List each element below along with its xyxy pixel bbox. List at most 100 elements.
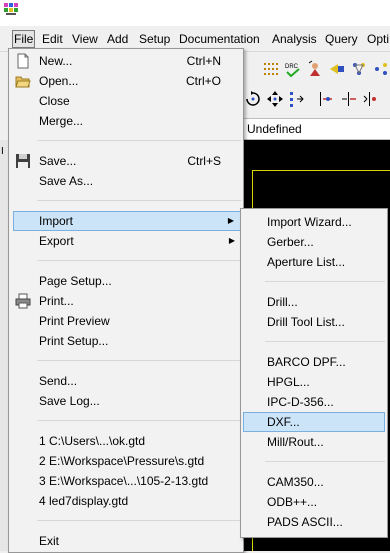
menu-item-save-log-label: Save Log... (39, 394, 100, 408)
menu-documentation[interactable]: Documentation (178, 31, 261, 47)
menu-separator (265, 341, 385, 342)
submenu-item-hpgl[interactable]: HPGL... (243, 372, 385, 392)
title-bar (0, 0, 390, 26)
menu-item-print-setup[interactable]: Print Setup... (11, 331, 241, 351)
recent-file-3[interactable]: 3 E:\Workspace\...\105-2-13.gtd (11, 471, 241, 491)
menu-item-save-shortcut: Ctrl+S (187, 154, 221, 168)
submenu-item-ipc-d-356[interactable]: IPC-D-356... (243, 392, 385, 412)
submenu-item-barco-dpf[interactable]: BARCO DPF... (243, 352, 385, 372)
menu-options[interactable]: Opti (366, 31, 390, 47)
menu-item-open-shortcut: Ctrl+O (185, 74, 221, 88)
menu-item-exit[interactable]: Exit (11, 531, 241, 551)
submenu-item-odb[interactable]: ODB++... (243, 492, 385, 512)
submenu-item-pads-ascii[interactable]: PADS ASCII... (243, 512, 385, 532)
flag-icon[interactable] (328, 60, 346, 78)
submenu-item-drill-tool-list-label: Drill Tool List... (267, 315, 345, 329)
submenu-item-ipc-d-356-label: IPC-D-356... (267, 395, 334, 409)
drc-check-icon[interactable]: DRC (284, 60, 302, 78)
submenu-item-cam350-label: CAM350... (267, 475, 324, 489)
menu-file[interactable]: File (12, 30, 36, 48)
menu-item-merge[interactable]: Merge... (11, 111, 241, 131)
submenu-item-hpgl-label: HPGL... (267, 375, 310, 389)
menu-item-new-label: New... (39, 54, 73, 68)
recent-file-1[interactable]: 1 C:\Users\...\ok.gtd (11, 431, 241, 451)
menu-separator (37, 140, 241, 141)
menu-item-new[interactable]: New... Ctrl+N (11, 51, 241, 71)
menu-item-import-label: Import (39, 214, 74, 228)
align-right-icon[interactable] (362, 90, 380, 108)
menu-item-send-label: Send... (39, 374, 78, 388)
menu-separator (37, 200, 241, 201)
grid-icon[interactable] (262, 60, 280, 78)
menu-item-page-setup[interactable]: Page Setup... (11, 271, 241, 291)
menu-item-export-label: Export (39, 234, 74, 248)
submenu-item-mill-rout-label: Mill/Rout... (267, 435, 324, 449)
menu-analysis[interactable]: Analysis (271, 31, 318, 47)
left-panel-label: I (1, 146, 4, 157)
toolbar: DRC (240, 52, 390, 118)
menu-separator (265, 461, 385, 462)
submenu-arrow-icon: ▶ (228, 236, 235, 245)
menu-separator (37, 520, 241, 521)
menu-query[interactable]: Query (324, 31, 359, 47)
menu-item-page-setup-label: Page Setup... (39, 274, 112, 288)
menu-item-print-setup-label: Print Setup... (39, 334, 109, 348)
submenu-item-aperture-list[interactable]: Aperture List... (243, 252, 385, 272)
submenu-item-barco-dpf-label: BARCO DPF... (267, 355, 346, 369)
submenu-item-import-wizard-label: Import Wizard... (267, 215, 352, 229)
submenu-item-import-wizard[interactable]: Import Wizard... (243, 212, 385, 232)
align-left-icon[interactable] (318, 90, 336, 108)
menu-add[interactable]: Add (106, 31, 129, 47)
submenu-item-cam350[interactable]: CAM350... (243, 472, 385, 492)
distribute-icon[interactable] (288, 90, 306, 108)
svg-text:DRC: DRC (285, 64, 299, 70)
nodes-icon[interactable] (372, 60, 390, 78)
submenu-item-aperture-list-label: Aperture List... (267, 255, 346, 269)
submenu-item-odb-label: ODB++... (267, 495, 318, 509)
submenu-item-dxf-label: DXF... (267, 415, 300, 429)
recent-file-3-label: 3 E:\Workspace\...\105-2-13.gtd (39, 474, 209, 488)
layer-status: Undefined (240, 118, 390, 140)
menu-item-save[interactable]: Save... Ctrl+S (11, 151, 241, 171)
menu-item-export[interactable]: Export ▶ (11, 231, 241, 251)
menu-item-merge-label: Merge... (39, 114, 84, 128)
import-submenu: Import Wizard... Gerber... Aperture List… (240, 208, 388, 538)
menu-item-exit-label: Exit (39, 534, 60, 548)
menu-item-save-as[interactable]: Save As... (11, 171, 241, 191)
app-icon (3, 2, 19, 16)
menu-item-import[interactable]: Import ▶ (13, 211, 241, 231)
submenu-item-gerber[interactable]: Gerber... (243, 232, 385, 252)
recent-file-4-label: 4 led7display.gtd (39, 494, 129, 508)
menu-edit[interactable]: Edit (41, 31, 64, 47)
menu-setup[interactable]: Setup (138, 31, 171, 47)
file-menu: New... Ctrl+N Open... Ctrl+O Close Merge… (8, 48, 244, 553)
wizard-icon[interactable] (306, 60, 324, 78)
align-center-icon[interactable] (340, 90, 358, 108)
rotate-icon[interactable] (244, 90, 262, 108)
left-panel-strip: I (0, 140, 8, 551)
menu-item-send[interactable]: Send... (11, 371, 241, 391)
recent-file-2[interactable]: 2 E:\Workspace\Pressure\s.gtd (11, 451, 241, 471)
recent-file-1-label: 1 C:\Users\...\ok.gtd (39, 434, 146, 448)
submenu-item-mill-rout[interactable]: Mill/Rout... (243, 432, 385, 452)
menu-item-print-preview[interactable]: Print Preview (11, 311, 241, 331)
menu-item-open[interactable]: Open... Ctrl+O (11, 71, 241, 91)
menu-separator (37, 360, 241, 361)
menu-item-save-label: Save... (39, 154, 77, 168)
recent-file-4[interactable]: 4 led7display.gtd (11, 491, 241, 511)
layer-status-text: Undefined (247, 122, 302, 136)
menu-item-print[interactable]: Print... (11, 291, 241, 311)
submenu-arrow-icon: ▶ (227, 216, 234, 225)
menu-view[interactable]: View (71, 31, 99, 47)
menu-separator (37, 420, 241, 421)
menu-item-close[interactable]: Close (11, 91, 241, 111)
submenu-item-dxf[interactable]: DXF... (243, 412, 385, 432)
menu-separator (265, 281, 385, 282)
submenu-item-drill-tool-list[interactable]: Drill Tool List... (243, 312, 385, 332)
move-icon[interactable] (266, 90, 284, 108)
menu-item-close-label: Close (39, 94, 70, 108)
connect-icon[interactable] (350, 60, 368, 78)
menu-item-save-as-label: Save As... (39, 174, 94, 188)
menu-item-save-log[interactable]: Save Log... (11, 391, 241, 411)
submenu-item-drill[interactable]: Drill... (243, 292, 385, 312)
